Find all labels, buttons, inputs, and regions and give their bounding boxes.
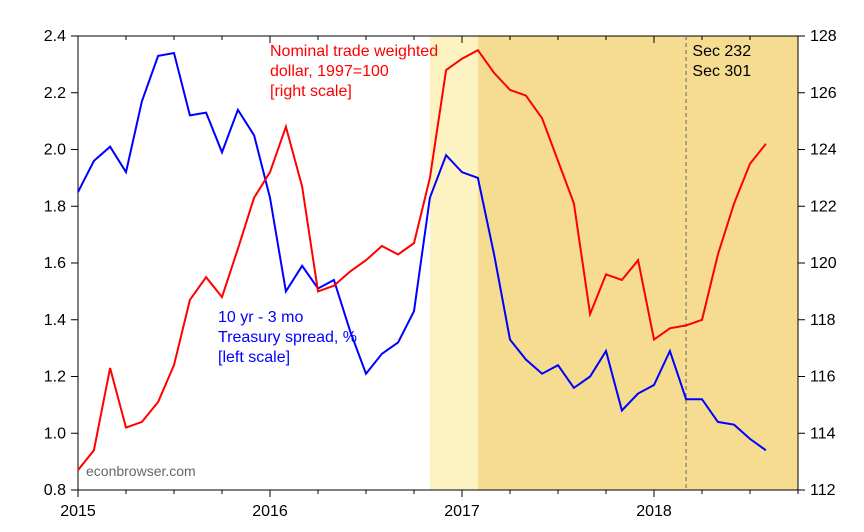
left-tick-label: 0.8 [44,482,66,499]
anno-red-3: [right scale] [270,83,352,100]
left-tick-label: 1.0 [44,425,66,442]
left-tick-label: 1.6 [44,255,66,272]
chart-svg: 2015 2016 2017 2018 0.8 1.0 1.2 1.4 1.6 1.8 2.0 2.2… [0,0,864,532]
left-tick-label: 2.0 [44,142,66,159]
right-tick-label: 128 [810,28,837,45]
x-tick-label: 2016 [252,503,288,520]
left-tick-label: 2.2 [44,85,66,102]
right-tick-label: 118 [810,312,836,329]
right-tick-label: 124 [810,142,837,159]
right-tick-label: 116 [810,369,836,386]
x-tick-label: 2018 [636,503,672,520]
source-label: econbrowser.com [86,463,196,479]
anno-blue-2: Treasury spread, % [218,329,357,346]
x-tick-label: 2015 [60,503,96,520]
anno-sec301: Sec 301 [692,63,751,80]
anno-red-2: dollar, 1997=100 [270,63,389,80]
anno-red-1: Nominal trade weighted [270,43,438,60]
x-tick-label: 2017 [444,503,480,520]
anno-sec232: Sec 232 [692,43,751,60]
left-tick-label: 1.8 [44,198,66,215]
anno-blue-1: 10 yr - 3 mo [218,309,303,326]
shade-light [430,36,478,490]
right-tick-label: 114 [810,425,836,442]
left-tick-label: 1.2 [44,369,66,386]
left-tick-label: 1.4 [44,312,66,329]
right-tick-label: 122 [810,198,837,215]
right-tick-label: 120 [810,255,837,272]
anno-blue-3: [left scale] [218,349,290,366]
chart-container: 2015 2016 2017 2018 0.8 1.0 1.2 1.4 1.6 1.8 2.0 2.2… [0,0,864,532]
left-tick-label: 2.4 [44,28,66,45]
right-tick-label: 126 [810,85,837,102]
right-tick-label: 112 [810,482,836,499]
